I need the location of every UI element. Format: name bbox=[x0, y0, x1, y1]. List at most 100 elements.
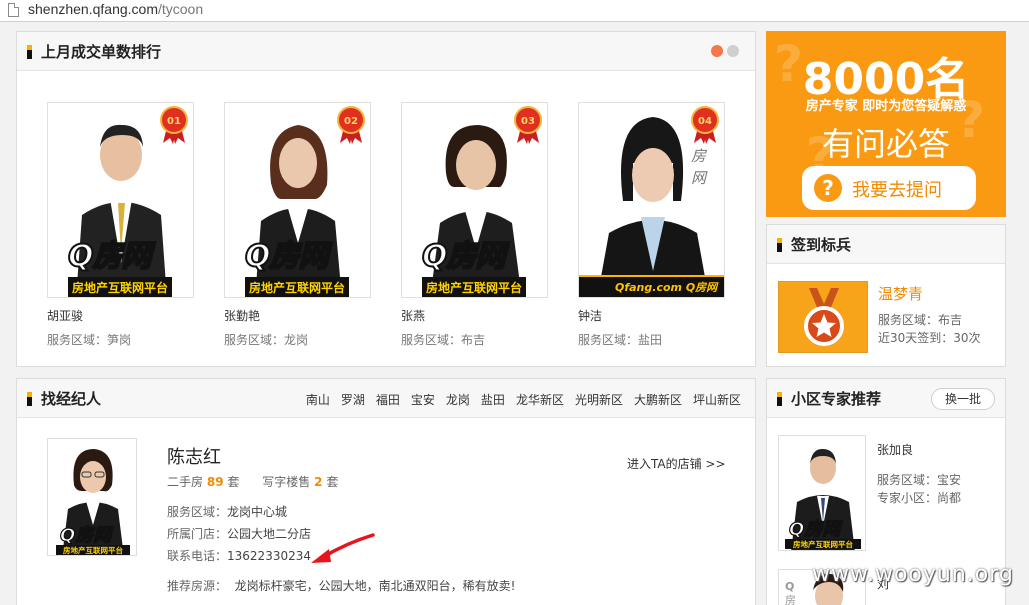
phone-value: 13622330234 bbox=[227, 549, 311, 563]
agent-card[interactable]: 房 网 04 Qfang.com Q房网 钟洁 服务区域：盐田 bbox=[578, 102, 725, 348]
area-value: 龙岗中心城 bbox=[227, 505, 288, 519]
expert-community: 专家小区：尚都 bbox=[877, 489, 961, 506]
ranking-header: 上月成交单数排行 bbox=[17, 32, 755, 71]
watermark-text: www.wooyun.org bbox=[812, 562, 1014, 587]
store-label: 所属门店： bbox=[167, 527, 228, 541]
area-value: 布吉 bbox=[461, 333, 486, 347]
district-link[interactable]: 罗湖 bbox=[341, 391, 365, 408]
logo-subtitle: 房地产互联网平台 bbox=[68, 277, 173, 297]
area-value: 布吉 bbox=[938, 313, 963, 327]
days-value: 30次 bbox=[953, 331, 981, 345]
question-icon: ? bbox=[814, 174, 842, 202]
checkin-days: 近30天签到：30次 bbox=[878, 329, 981, 346]
rank-number: 03 bbox=[521, 116, 535, 127]
district-link[interactable]: 光明新区 bbox=[575, 391, 623, 408]
qfang-logo: Q房网 房地产互联网平台 bbox=[244, 231, 350, 297]
rank-medal-icon: 01 bbox=[160, 106, 188, 144]
agent-name[interactable]: 钟洁 bbox=[578, 307, 725, 324]
svg-text:Q房网: Q房网 bbox=[789, 519, 843, 540]
svg-text:房: 房 bbox=[785, 594, 796, 605]
area-label: 服务区域： bbox=[401, 333, 462, 347]
community-label: 专家小区： bbox=[877, 491, 938, 505]
agent-name[interactable]: 张勤艳 bbox=[224, 307, 371, 324]
agent-photo[interactable]: 02 Q房网 房地产互联网平台 bbox=[224, 102, 371, 298]
red-arrow-annotation-icon bbox=[311, 533, 375, 563]
community-value[interactable]: 尚都 bbox=[937, 491, 961, 505]
rank-number: 04 bbox=[698, 116, 712, 127]
rank-number: 01 bbox=[167, 116, 181, 127]
svg-text:网: 网 bbox=[691, 169, 708, 187]
district-link[interactable]: 大鹏新区 bbox=[634, 391, 682, 408]
logo-text: Q房网 bbox=[67, 238, 153, 275]
district-link[interactable]: 盐田 bbox=[481, 391, 505, 408]
svg-text:Q: Q bbox=[785, 580, 794, 593]
logo-subtitle: 房地产互联网平台 bbox=[422, 277, 527, 297]
qfang-logo: Q房网 房地产互联网平台 bbox=[421, 231, 527, 297]
agent-card[interactable]: 01 Q房网 房地产互联网平台 胡亚骏 服务区域：笋岗 bbox=[47, 102, 194, 348]
agent-photo[interactable]: 房 网 04 Qfang.com Q房网 bbox=[578, 102, 725, 298]
agent-photo[interactable]: Q房网 房地产互联网平台 bbox=[47, 438, 137, 556]
section-marker-icon bbox=[777, 238, 782, 252]
area-value: 龙岗 bbox=[284, 333, 309, 347]
expert-name[interactable]: 张加良 bbox=[877, 441, 913, 458]
expert-portrait-image: Q房网 房地产互联网平台 bbox=[785, 448, 861, 550]
rank-medal-icon: 02 bbox=[337, 106, 365, 144]
district-link[interactable]: 坪山新区 bbox=[693, 391, 741, 408]
area-label: 服务区域： bbox=[877, 473, 938, 487]
agent-listing-stats: 二手房 89 套 写字楼售 2 套 bbox=[167, 473, 338, 490]
carousel-dots[interactable] bbox=[707, 45, 739, 60]
area-label: 服务区域： bbox=[224, 333, 285, 347]
ask-question-button[interactable]: ? 我要去提问 bbox=[802, 166, 976, 210]
medal-star-icon bbox=[804, 288, 844, 346]
agent-name[interactable]: 陈志红 bbox=[167, 443, 221, 469]
ranking-title: 上月成交单数排行 bbox=[41, 43, 162, 61]
logo-subtitle: 房地产互联网平台 bbox=[245, 277, 350, 297]
agent-area: 服务区域：盐田 bbox=[578, 331, 725, 348]
rank-medal-icon: 04 bbox=[691, 106, 719, 144]
district-link[interactable]: 宝安 bbox=[411, 391, 435, 408]
checkin-badge[interactable] bbox=[778, 281, 868, 353]
address-bar[interactable]: shenzhen.qfang.com/tycoon bbox=[0, 0, 1029, 22]
refresh-button[interactable]: 换一批 bbox=[931, 388, 995, 410]
agent-photo[interactable]: 01 Q房网 房地产互联网平台 bbox=[47, 102, 194, 298]
svg-text:房地产互联网平台: 房地产互联网平台 bbox=[793, 539, 853, 549]
district-link[interactable]: 南山 bbox=[306, 391, 330, 408]
office-count[interactable]: 2 bbox=[314, 475, 322, 489]
page-icon bbox=[8, 3, 19, 17]
rank-number: 02 bbox=[344, 116, 358, 127]
phone-label: 联系电话： bbox=[167, 549, 228, 563]
logo-text: Q房网 bbox=[244, 238, 330, 275]
ask-expert-banner[interactable]: ? ? ? 8000名 房产专家 即时为您答疑解惑 有问必答 ? 我要去提问 bbox=[766, 31, 1006, 217]
section-marker-icon bbox=[777, 392, 782, 406]
svg-text:房地产互联网平台: 房地产互联网平台 bbox=[63, 545, 123, 555]
agent-recommend: 推荐房源： 龙岗标杆豪宅，公园大地，南北通双阳台，稀有放卖! bbox=[167, 577, 515, 594]
agent-area: 服务区域：布吉 bbox=[401, 331, 548, 348]
district-filter: 南山 罗湖 福田 宝安 龙岗 盐田 龙华新区 光明新区 大鹏新区 坪山新区 bbox=[295, 391, 741, 408]
agent-name[interactable]: 张燕 bbox=[401, 307, 548, 324]
second-hand-count[interactable]: 89 bbox=[207, 475, 224, 489]
logo-text: Qfang.com Q房网 bbox=[615, 281, 718, 294]
checkin-agent-name[interactable]: 温梦青 bbox=[878, 283, 923, 304]
svg-text:房: 房 bbox=[691, 147, 708, 165]
rank-medal-icon: 03 bbox=[514, 106, 542, 144]
days-label: 近30天签到： bbox=[878, 331, 954, 345]
enter-shop-link[interactable]: 进入TA的店铺 >> bbox=[627, 455, 726, 472]
checkin-title: 签到标兵 bbox=[791, 236, 852, 254]
agent-name[interactable]: 胡亚骏 bbox=[47, 307, 194, 324]
second-hand-label: 二手房 bbox=[167, 475, 204, 489]
area-value: 盐田 bbox=[638, 333, 663, 347]
area-label: 服务区域： bbox=[167, 505, 228, 519]
agent-photo[interactable]: 03 Q房网 房地产互联网平台 bbox=[401, 102, 548, 298]
district-link[interactable]: 福田 bbox=[376, 391, 400, 408]
carousel-dot[interactable] bbox=[727, 45, 739, 57]
carousel-dot-active[interactable] bbox=[711, 45, 723, 57]
district-link[interactable]: 龙华新区 bbox=[516, 391, 564, 408]
district-link[interactable]: 龙岗 bbox=[446, 391, 470, 408]
area-label: 服务区域： bbox=[578, 333, 639, 347]
agent-card[interactable]: 03 Q房网 房地产互联网平台 张燕 服务区域：布吉 bbox=[401, 102, 548, 348]
url-text[interactable]: shenzhen.qfang.com/tycoon bbox=[28, 1, 203, 17]
recommend-link[interactable]: 龙岗标杆豪宅，公园大地，南北通双阳台，稀有放卖! bbox=[235, 579, 516, 593]
expert-photo[interactable]: Q房网 房地产互联网平台 bbox=[778, 435, 866, 551]
agent-card[interactable]: 02 Q房网 房地产互联网平台 张勤艳 服务区域：龙岗 bbox=[224, 102, 371, 348]
store-value[interactable]: 公园大地二分店 bbox=[227, 527, 311, 541]
